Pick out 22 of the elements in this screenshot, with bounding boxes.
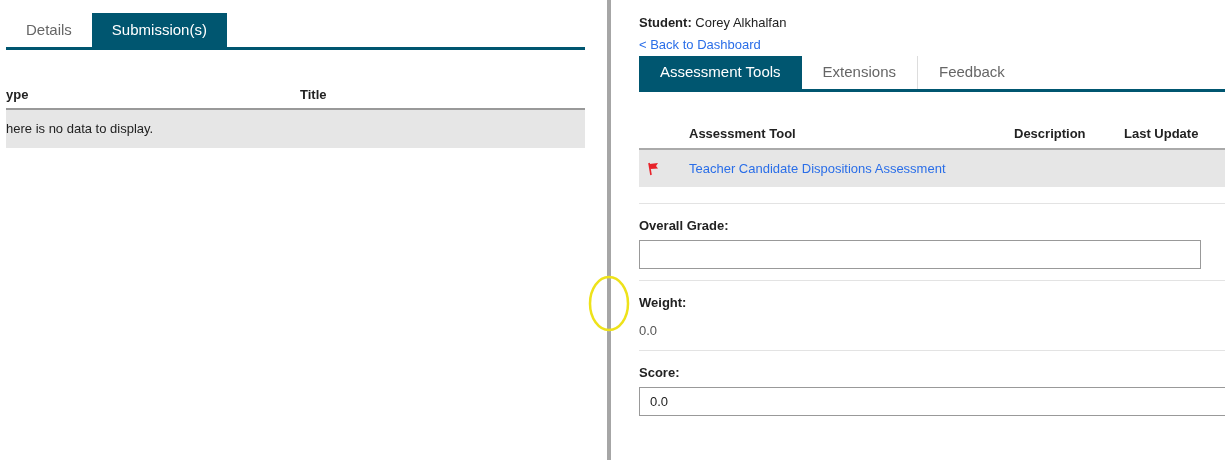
column-header: Description	[1014, 125, 1087, 144]
field-label: Overall Grade:	[639, 218, 730, 234]
column-header: Last Update	[1124, 125, 1199, 144]
column-header: ype	[6, 86, 30, 105]
assessment-link[interactable]: Teacher Candidate Dispositions Assessment	[689, 158, 946, 179]
flag-icon	[648, 161, 660, 176]
field-label: Score:	[639, 365, 681, 381]
column-header: Assessment Tool	[689, 125, 797, 144]
back-link[interactable]: < Back to Dashboard	[639, 37, 761, 52]
input-field[interactable]: 0.0	[639, 387, 1225, 416]
tab[interactable]: Assessment Tools	[639, 56, 802, 89]
input-field[interactable]	[639, 240, 1201, 269]
tab[interactable]: Extensions	[801, 56, 917, 89]
empty-message: here is no data to display.	[6, 120, 154, 139]
tab[interactable]: Feedback	[917, 56, 1026, 89]
column-header: Title	[300, 86, 327, 105]
student-line: Student: Corey Alkhalfan	[639, 15, 788, 31]
highlight-ellipse	[588, 275, 630, 332]
field-value: 0.0	[639, 323, 659, 339]
tab[interactable]: Details	[6, 13, 92, 47]
tab[interactable]: Submission(s)	[91, 13, 227, 47]
field-label: Weight:	[639, 295, 688, 311]
